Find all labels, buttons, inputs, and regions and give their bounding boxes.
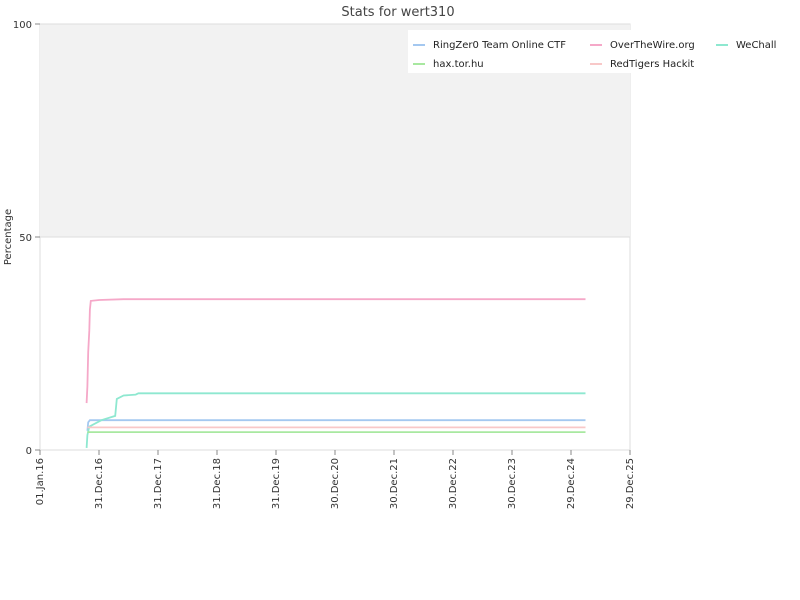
legend: RingZer0 Team Online CTF OverTheWire.org W… [408,30,776,73]
legend-label: hax.tor.hu [433,59,484,70]
legend-label: RingZer0 Team Online CTF [433,40,566,51]
x-tick-label: 01.Jan.16 [35,458,46,505]
y-tick-label: 0 [26,446,32,457]
legend-label: RedTigers Hackit [610,59,694,70]
x-tick-label: 31.Dec.16 [94,458,105,509]
x-tick-label: 29.Dec.25 [625,458,636,509]
x-tick-label: 30.Dec.22 [448,458,459,509]
y-axis-label: Percentage [3,209,14,265]
x-tick-label: 31.Dec.18 [212,458,223,509]
x-tick-label: 31.Dec.19 [271,458,282,509]
chart-title: Stats for wert310 [341,5,454,20]
y-axis: 0 50 100 [13,20,40,457]
y-tick-label: 50 [19,233,32,244]
legend-label: WeChall [736,40,776,51]
x-tick-label: 30.Dec.21 [389,458,400,509]
legend-label: OverTheWire.org [610,40,695,51]
x-tick-label: 30.Dec.23 [507,458,518,509]
x-tick-label: 30.Dec.20 [330,458,341,509]
y-tick-label: 100 [13,20,32,31]
chart: Stats for wert310 0 50 100 01.Jan.16 31.Dec… [3,5,776,509]
x-axis: 01.Jan.16 31.Dec.16 31.Dec.17 31.Dec.18 31.D… [35,450,636,509]
x-tick-label: 29.Dec.24 [566,458,577,509]
x-tick-label: 31.Dec.17 [153,458,164,509]
